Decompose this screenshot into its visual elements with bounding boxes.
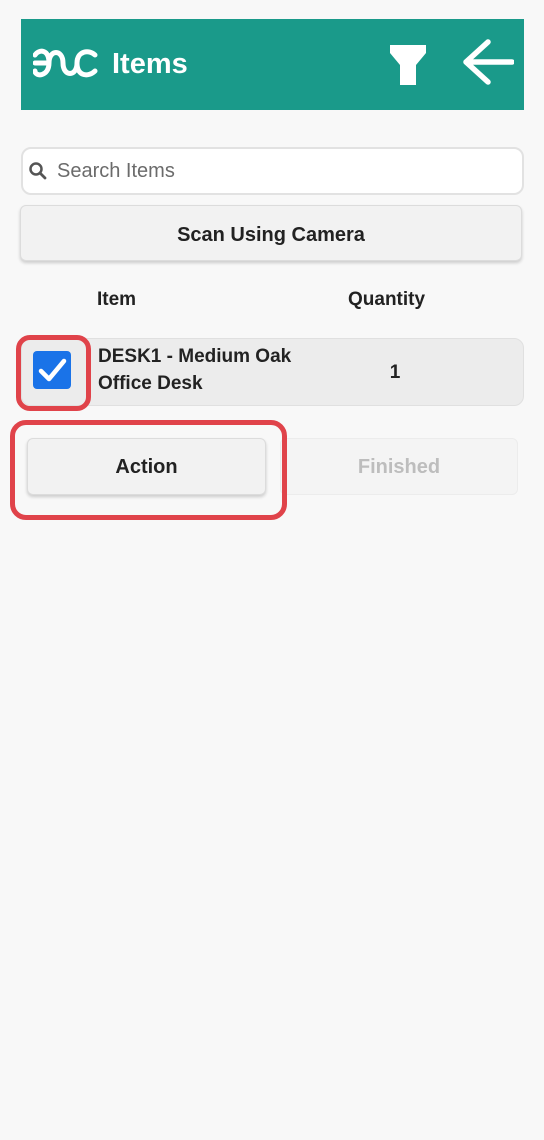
column-header-quantity: Quantity: [348, 289, 426, 310]
filter-icon[interactable]: [388, 43, 428, 87]
search-icon: [29, 162, 47, 180]
search-box[interactable]: [21, 147, 524, 195]
search-input[interactable]: [57, 155, 512, 187]
highlight-box-action: [10, 420, 287, 520]
finished-button[interactable]: Finished: [280, 438, 518, 495]
app-header: Items: [21, 19, 524, 110]
page-title: Items: [112, 48, 188, 80]
highlight-box-checkbox: [16, 335, 91, 411]
logo-icon: [33, 48, 98, 78]
table-row[interactable]: DESK1 - Medium Oak Office Desk 1: [21, 338, 524, 406]
item-quantity: 1: [389, 362, 401, 383]
back-arrow-icon[interactable]: [460, 38, 514, 86]
item-name: DESK1 - Medium Oak Office Desk: [98, 346, 292, 394]
column-header-item: Item: [97, 289, 137, 310]
scan-camera-button[interactable]: Scan Using Camera: [20, 205, 522, 261]
